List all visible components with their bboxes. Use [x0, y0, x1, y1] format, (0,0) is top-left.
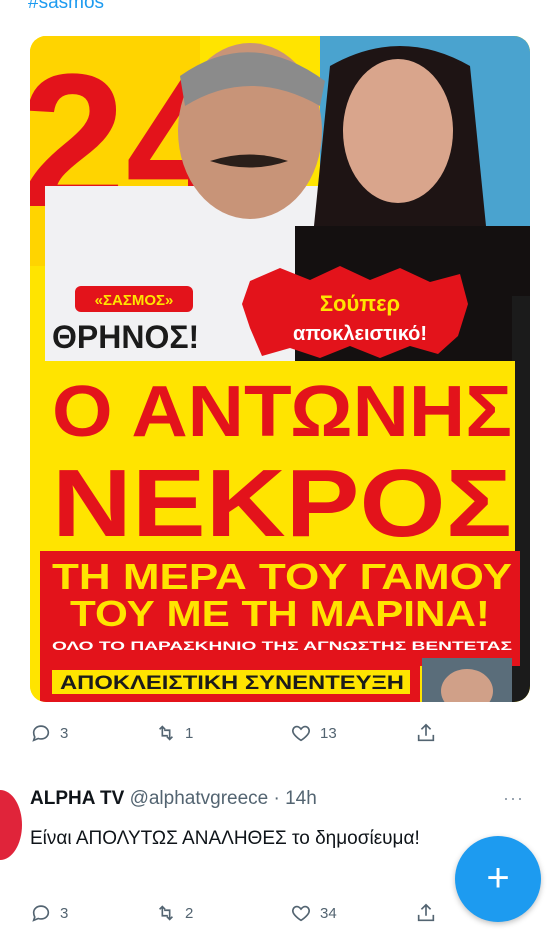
tweet1-like-button[interactable]: 13 — [290, 722, 415, 744]
tweet1-retweet-count: 1 — [185, 724, 194, 742]
magazine-headline-line1: Ο ΑΝΤΩΝΗΣ — [52, 372, 512, 452]
retweet-icon — [158, 905, 174, 921]
share-icon — [417, 903, 435, 922]
more-options-icon[interactable]: ··· — [503, 788, 524, 809]
share-icon — [417, 723, 435, 742]
tweet2-header: ALPHA TV @alphatvgreece · 14h — [30, 788, 317, 810]
tweet2-retweet-count: 2 — [185, 904, 194, 922]
magazine-sub-line1: ΤΗ ΜΕΡΑ ΤΟΥ ΓΑΜΟΥ — [52, 556, 512, 597]
tweet2-reply-button[interactable]: 3 — [30, 902, 155, 924]
tweet1-like-count: 13 — [320, 724, 337, 742]
heart-icon — [292, 905, 310, 922]
tweet2-share-button[interactable] — [415, 902, 437, 924]
tweet1-share-button[interactable] — [415, 722, 437, 744]
tweet2-text: Είναι ΑΠΟΛΥΤΩΣ ΑΝΑΛΗΘΕΣ το δημοσίευμα! — [30, 828, 420, 849]
tweet1-reply-count: 3 — [60, 724, 69, 742]
reply-icon — [32, 725, 50, 742]
magazine-sub-line2: ΤΟΥ ΜΕ ΤΗ ΜΑΡΙΝΑ! — [70, 593, 490, 634]
tweet2-author-handle[interactable]: @alphatvgreece · 14h — [130, 788, 317, 809]
magazine-headline-line2: ΝΕΚΡΟΣ — [52, 450, 512, 557]
reply-icon — [32, 905, 50, 922]
hashtag-link[interactable]: #sasmos — [28, 0, 104, 14]
avatar[interactable] — [0, 790, 22, 860]
heart-icon — [292, 725, 310, 742]
magazine-bottom-strip: ΑΠΟΚΛΕΙΣΤΙΚΗ ΣΥΝΕΝΤΕΥΞΗ — [60, 673, 404, 694]
tweet2-like-count: 34 — [320, 904, 337, 922]
tweet1-action-bar: 3 1 13 — [30, 722, 450, 744]
plus-icon: + — [486, 856, 510, 900]
tweet2-reply-count: 3 — [60, 904, 69, 922]
magazine-badge-line2: αποκλειστικό! — [293, 323, 427, 345]
tweet2-action-bar: 3 2 34 — [30, 902, 450, 924]
magazine-tag: «ΣΑΣΜΟΣ» — [95, 292, 174, 309]
tweet2-retweet-button[interactable]: 2 — [155, 902, 290, 924]
magazine-kicker: ΘΡΗΝΟΣ! — [52, 319, 199, 355]
compose-tweet-button[interactable]: + — [455, 836, 541, 922]
tweet2-like-button[interactable]: 34 — [290, 902, 415, 924]
tweet-media-image[interactable]: 24 «ΣΑΣΜΟΣ» Σούπερ αποκλειστικό! ΘΡΗΝΟΣ!… — [30, 36, 530, 702]
tweet1-reply-button[interactable]: 3 — [30, 722, 155, 744]
tweet2-author-name[interactable]: ALPHA TV — [30, 788, 124, 809]
magazine-badge-line1: Σούπερ — [320, 291, 400, 316]
retweet-icon — [158, 725, 174, 741]
tweet1-retweet-button[interactable]: 1 — [155, 722, 290, 744]
magazine-small-line: ΟΛΟ ΤΟ ΠΑΡΑΣΚΗΝΙΟ ΤΗΣ ΑΓΝΩΣΤΗΣ ΒΕΝΤΕΤΑΣ — [52, 639, 512, 653]
